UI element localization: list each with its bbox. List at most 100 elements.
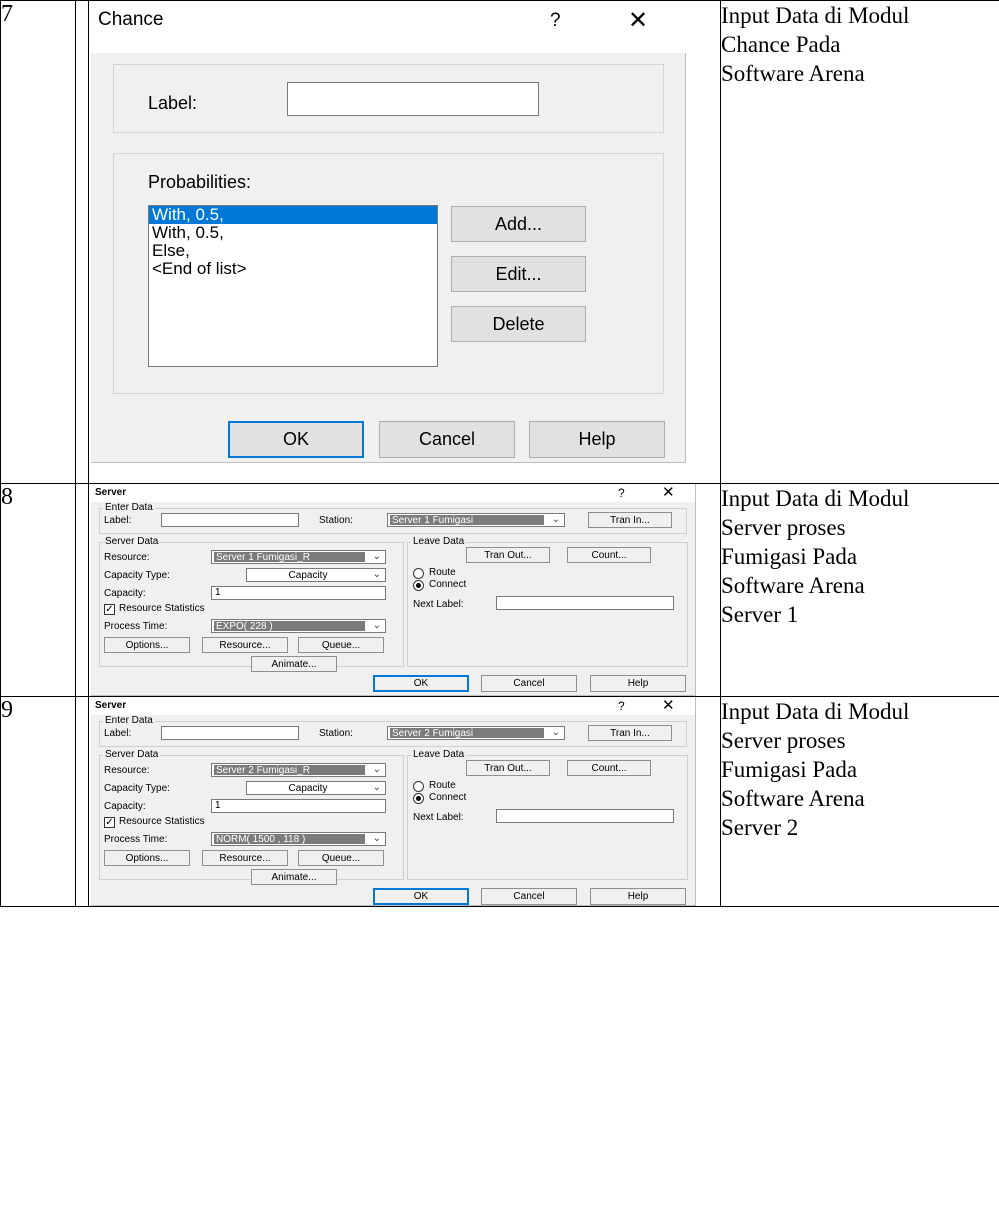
animate-button[interactable]: Animate...: [251, 869, 337, 885]
description-line: Software Arena: [721, 786, 865, 811]
tran-out-button[interactable]: Tran Out...: [466, 547, 550, 563]
resource-value: Server 1 Fumigasi_R: [214, 552, 365, 562]
connect-radio[interactable]: [413, 793, 424, 804]
close-icon[interactable]: ✕: [628, 6, 648, 35]
enter-data-title: Enter Data: [103, 502, 155, 513]
next-label-input[interactable]: [496, 809, 674, 823]
chevron-down-icon: ⌄: [372, 833, 381, 844]
resource-dropdown[interactable]: Server 1 Fumigasi_R ⌄: [211, 550, 386, 564]
list-item[interactable]: With, 0.5,: [149, 224, 437, 242]
capacity-type-caption: Capacity Type:: [104, 783, 170, 794]
station-caption: Station:: [319, 515, 353, 526]
server-dialog: Server? ✕ Enter Data Label: Station: Server 2…: [91, 697, 696, 906]
close-icon[interactable]: ✕: [662, 696, 675, 714]
title-bar: Server? ✕: [91, 484, 695, 502]
chevron-down-icon: ⌄: [372, 764, 381, 775]
description-line: Input Data di Modul: [721, 699, 910, 724]
ok-button[interactable]: OK: [373, 888, 469, 905]
route-radio[interactable]: [413, 568, 424, 579]
resource-caption: Resource:: [104, 765, 150, 776]
list-item[interactable]: Else,: [149, 242, 437, 260]
description-cell: Input Data di Modul Chance Pada Software…: [720, 0, 999, 484]
options-button[interactable]: Options...: [104, 637, 190, 653]
process-time-caption: Process Time:: [104, 621, 168, 632]
capacity-caption: Capacity:: [104, 801, 146, 812]
chevron-down-icon: ⌄: [372, 620, 381, 631]
queue-button[interactable]: Queue...: [298, 637, 384, 653]
description-line: Fumigasi Pada: [721, 544, 858, 569]
tran-in-button[interactable]: Tran In...: [588, 725, 672, 741]
connect-radio[interactable]: [413, 580, 424, 591]
screenshot-cell: Server? ✕ Enter Data Label: Station: Server 1…: [88, 483, 721, 697]
cancel-button[interactable]: Cancel: [481, 888, 577, 905]
next-label-input[interactable]: [496, 596, 674, 610]
animate-button[interactable]: Animate...: [251, 656, 337, 672]
help-button[interactable]: Help: [529, 421, 665, 458]
add-button[interactable]: Add...: [451, 206, 586, 242]
capacity-type-dropdown[interactable]: Capacity ⌄: [246, 568, 386, 582]
tran-out-button[interactable]: Tran Out...: [466, 760, 550, 776]
spacer-cell: [75, 696, 89, 907]
options-button[interactable]: Options...: [104, 850, 190, 866]
tran-in-button[interactable]: Tran In...: [588, 512, 672, 528]
label-input[interactable]: [161, 513, 299, 527]
resource-button[interactable]: Resource...: [202, 850, 288, 866]
capacity-input[interactable]: 1: [211, 799, 386, 813]
help-icon[interactable]: ?: [550, 10, 561, 32]
resource-dropdown[interactable]: Server 2 Fumigasi_R ⌄: [211, 763, 386, 777]
cancel-button[interactable]: Cancel: [481, 675, 577, 692]
description-line: Fumigasi Pada: [721, 757, 858, 782]
row-number: 9: [0, 696, 76, 907]
list-item[interactable]: <End of list>: [149, 260, 437, 278]
capacity-type-value: Capacity: [288, 783, 328, 793]
route-radio[interactable]: [413, 781, 424, 792]
capacity-input[interactable]: 1: [211, 586, 386, 600]
edit-button[interactable]: Edit...: [451, 256, 586, 292]
count-button[interactable]: Count...: [567, 760, 651, 776]
resource-caption: Resource:: [104, 552, 150, 563]
station-dropdown[interactable]: Server 1 Fumigasi ⌄: [387, 513, 565, 527]
resource-button[interactable]: Resource...: [202, 637, 288, 653]
help-button[interactable]: Help: [590, 675, 686, 692]
process-time-caption: Process Time:: [104, 834, 168, 845]
delete-button[interactable]: Delete: [451, 306, 586, 342]
label-caption: Label:: [104, 728, 132, 739]
chance-dialog: Chance ? ✕ Label: Probabilities: With, 0…: [91, 1, 686, 463]
resource-statistics-label: Resource Statistics: [119, 816, 205, 827]
probabilities-listbox[interactable]: With, 0.5, With, 0.5, Else, <End of list…: [148, 205, 438, 367]
screenshot-cell: Chance ? ✕ Label: Probabilities: With, 0…: [88, 0, 721, 484]
resource-statistics-checkbox[interactable]: ✓: [104, 604, 115, 615]
resource-statistics-checkbox[interactable]: ✓: [104, 817, 115, 828]
title-bar: Server? ✕: [91, 697, 695, 715]
description-line: Software Arena: [721, 573, 865, 598]
process-time-dropdown[interactable]: NORM( 1500 , 118 ) ⌄: [211, 832, 386, 846]
help-icon[interactable]: ?: [618, 699, 625, 713]
queue-button[interactable]: Queue...: [298, 850, 384, 866]
connect-label: Connect: [429, 792, 467, 803]
ok-button[interactable]: OK: [373, 675, 469, 692]
enter-data-title: Enter Data: [103, 715, 155, 726]
next-label-caption: Next Label:: [413, 812, 464, 823]
description-cell: Input Data di Modul Server proses Fumiga…: [720, 696, 999, 907]
chevron-down-icon: ⌄: [372, 551, 381, 562]
close-icon[interactable]: ✕: [662, 483, 675, 501]
count-button[interactable]: Count...: [567, 547, 651, 563]
leave-data-title: Leave Data: [411, 536, 467, 547]
resource-statistics-label: Resource Statistics: [119, 603, 205, 614]
list-item[interactable]: With, 0.5,: [149, 206, 437, 224]
server-dialog: Server? ✕ Enter Data Label: Station: Server 1…: [91, 484, 696, 696]
process-time-dropdown[interactable]: EXPO( 228 ) ⌄: [211, 619, 386, 633]
station-dropdown[interactable]: Server 2 Fumigasi ⌄: [387, 726, 565, 740]
capacity-type-dropdown[interactable]: Capacity ⌄: [246, 781, 386, 795]
cancel-button[interactable]: Cancel: [379, 421, 515, 458]
ok-button[interactable]: OK: [228, 421, 364, 458]
chevron-down-icon: ⌄: [551, 514, 560, 525]
help-icon[interactable]: ?: [618, 486, 625, 500]
label-input[interactable]: [287, 82, 539, 116]
label-input[interactable]: [161, 726, 299, 740]
capacity-caption: Capacity:: [104, 588, 146, 599]
station-caption: Station:: [319, 728, 353, 739]
chevron-down-icon: ⌄: [551, 727, 560, 738]
help-button[interactable]: Help: [590, 888, 686, 905]
route-label: Route: [429, 780, 456, 791]
